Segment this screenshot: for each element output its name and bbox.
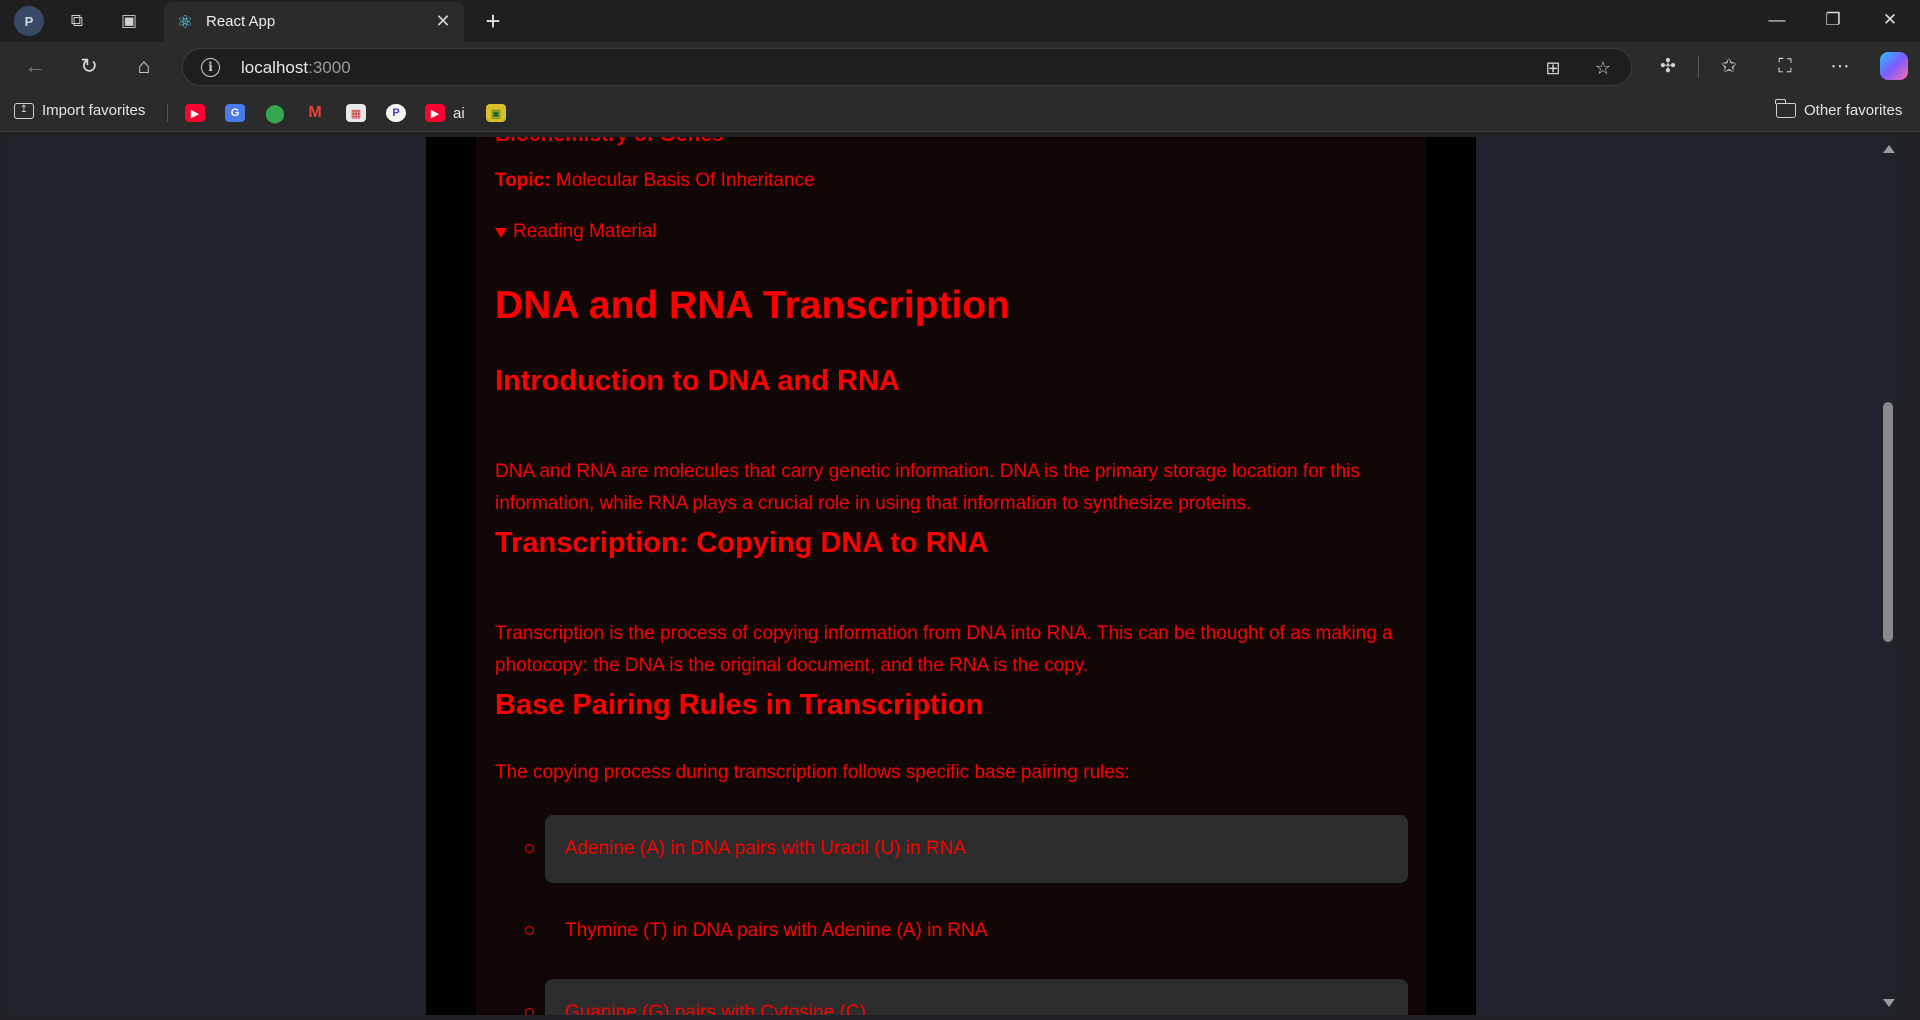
image-icon: ▣ (486, 104, 506, 122)
favorite-translate[interactable]: G (225, 103, 245, 123)
section-heading-transcription: Transcription: Copying DNA to RNA (495, 527, 989, 559)
extensions-icon[interactable]: ✣ (1653, 54, 1683, 80)
content-card: Biochemistry of Genes Topic: Molecular B… (476, 137, 1426, 1015)
section-text-base-pairing: The copying process during transcription… (495, 762, 1130, 783)
navigation-bar: ← ↻ ⌂ i localhost:3000 ⊞ ☆ ✣ ✩ ⛶ ⋯ (0, 42, 1920, 92)
other-favorites-button[interactable]: Other favorites (1775, 99, 1903, 119)
app-available-icon[interactable]: ⊞ (1541, 56, 1565, 80)
tab-title: React App (206, 13, 276, 30)
minimize-button[interactable]: — (1762, 10, 1792, 30)
scroll-up-arrow-icon[interactable] (1883, 145, 1895, 153)
rule-item-box: Adenine (A) in DNA pairs with Uracil (U)… (545, 815, 1408, 883)
translate-icon: G (225, 104, 245, 122)
home-button[interactable]: ⌂ (129, 53, 159, 81)
reading-material-label: Reading Material (513, 221, 657, 242)
copilot-icon[interactable] (1880, 52, 1908, 80)
list-item: Adenine (A) in DNA pairs with Uracil (U)… (495, 815, 1425, 883)
section-title-clipped: Biochemistry of Genes (495, 137, 724, 147)
youtube-icon: ▶ (185, 104, 205, 122)
p-circle-icon: P (386, 104, 406, 122)
favorites-bar: ↥ Import favorites ▶ G ⬤ M ▦ P ▶ ai ▣ Ot… (0, 92, 1920, 132)
disclosure-triangle-icon (495, 228, 507, 238)
favorites-icon[interactable]: ✩ (1714, 54, 1744, 80)
favorite-ai[interactable]: ▶ ai (425, 103, 465, 123)
url-text[interactable]: localhost:3000 (241, 58, 351, 78)
section-heading-intro: Introduction to DNA and RNA (495, 365, 900, 397)
favorite-photos[interactable]: ▦ (346, 103, 366, 123)
topic-label: Topic: (495, 170, 551, 191)
react-icon: ⚛ (176, 12, 194, 32)
tab-actions-icon[interactable]: ▣ (116, 8, 142, 34)
maps-pin-icon: ⬤ (264, 102, 286, 123)
page-viewport: Biochemistry of Genes Topic: Molecular B… (6, 137, 1898, 1015)
list-item: Guanine (G) pairs with Cytosine (C) (495, 979, 1425, 1015)
rule-item-box: Guanine (G) pairs with Cytosine (C) (545, 979, 1408, 1015)
vertical-scrollbar[interactable] (1878, 137, 1898, 1015)
photos-icon: ▦ (346, 104, 366, 122)
more-menu-icon[interactable]: ⋯ (1825, 54, 1855, 80)
topic-value: Molecular Basis Of Inheritance (555, 170, 815, 191)
folder-icon (1775, 99, 1796, 118)
favorite-image[interactable]: ▣ (486, 103, 506, 123)
restore-button[interactable]: ❐ (1818, 10, 1848, 30)
section-text-intro: DNA and RNA are molecules that carry gen… (495, 461, 1360, 514)
bullet-circle-icon (525, 1008, 534, 1015)
favorite-gmail[interactable]: M (305, 103, 325, 123)
youtube-icon: ▶ (425, 104, 445, 122)
address-bar[interactable]: i localhost:3000 ⊞ ☆ (182, 48, 1632, 86)
other-favorites-label: Other favorites (1804, 102, 1903, 119)
close-window-button[interactable]: ✕ (1875, 10, 1905, 30)
bullet-circle-icon (525, 926, 534, 935)
import-favorites-label: Import favorites (42, 102, 146, 119)
profile-avatar-icon[interactable]: P (14, 6, 44, 36)
title-bar: P ⧉ ▣ ⚛ React App ✕ + — ❐ ✕ (0, 0, 1920, 42)
list-item: Thymine (T) in DNA pairs with Adenine (A… (495, 897, 1425, 965)
import-favorites-button[interactable]: ↥ Import favorites (14, 102, 145, 119)
base-pairing-list: Adenine (A) in DNA pairs with Uracil (U)… (495, 815, 1425, 1015)
section-heading-base-pairing: Base Pairing Rules in Transcription (495, 689, 984, 721)
refresh-button[interactable]: ↻ (74, 53, 104, 81)
workspaces-icon[interactable]: ⧉ (64, 8, 90, 34)
favorite-p-site[interactable]: P (386, 103, 406, 123)
new-tab-button[interactable]: + (478, 6, 508, 36)
favorite-ai-label: ai (453, 104, 465, 122)
gmail-icon: M (308, 104, 322, 121)
scroll-down-arrow-icon[interactable] (1883, 999, 1895, 1007)
bullet-circle-icon (525, 844, 534, 853)
site-info-icon[interactable]: i (201, 58, 220, 77)
toolbar-divider (1698, 56, 1699, 78)
tab-react-app[interactable]: ⚛ React App ✕ (164, 2, 464, 42)
section-text-transcription: Transcription is the process of copying … (495, 623, 1393, 676)
screenshot-icon[interactable]: ⛶ (1770, 54, 1800, 80)
import-icon: ↥ (14, 102, 34, 119)
favorite-youtube[interactable]: ▶ (185, 103, 205, 123)
favorite-star-icon[interactable]: ☆ (1591, 56, 1615, 80)
article-title: DNA and RNA Transcription (495, 284, 1010, 327)
close-tab-icon[interactable]: ✕ (432, 11, 454, 32)
back-button[interactable]: ← (20, 53, 50, 81)
favorites-divider (167, 104, 168, 122)
page-container: Biochemistry of Genes Topic: Molecular B… (426, 137, 1476, 1015)
rule-item-box: Thymine (T) in DNA pairs with Adenine (A… (565, 920, 988, 941)
reading-material-toggle[interactable]: Reading Material (495, 221, 657, 243)
favorite-maps[interactable]: ⬤ (265, 103, 285, 123)
scrollbar-thumb[interactable] (1883, 402, 1893, 642)
topic-line: Topic: Molecular Basis Of Inheritance (495, 170, 815, 192)
